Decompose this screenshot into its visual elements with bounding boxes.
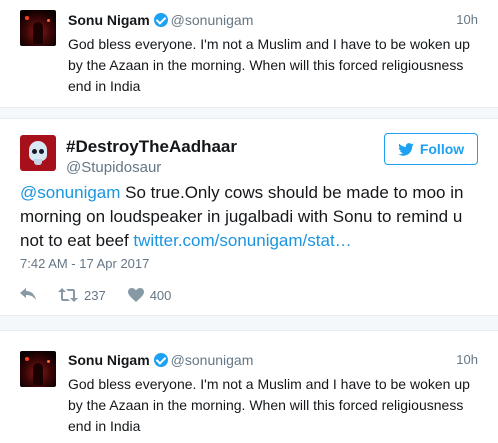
quoted-tweet-card-top[interactable]: Sonu Nigam @sonunigam 10h God bless every… bbox=[0, 0, 498, 108]
tweet-date[interactable]: 7:42 AM - 17 Apr 2017 bbox=[20, 256, 149, 271]
quoted-tweet-header: Sonu Nigam @sonunigam 10h bbox=[68, 352, 478, 372]
avatar-figure bbox=[33, 363, 43, 385]
author-name[interactable]: Sonu Nigam bbox=[68, 12, 150, 28]
avatar-decoration bbox=[47, 19, 50, 22]
avatar-jaw bbox=[34, 159, 42, 165]
avatar-eye bbox=[39, 149, 44, 154]
avatar[interactable] bbox=[20, 135, 56, 171]
avatar-decoration bbox=[25, 16, 29, 20]
avatar-decoration bbox=[47, 360, 50, 363]
follow-button-label: Follow bbox=[419, 141, 465, 157]
like-button[interactable]: 400 bbox=[127, 287, 172, 303]
avatar-eye bbox=[32, 149, 37, 154]
tweet-url-link[interactable]: twitter.com/sonunigam/stat… bbox=[133, 231, 351, 250]
quoted-tweet-header: Sonu Nigam @sonunigam 10h bbox=[68, 12, 478, 32]
follow-button[interactable]: Follow bbox=[384, 133, 478, 165]
author-name[interactable]: Sonu Nigam bbox=[68, 352, 150, 368]
main-tweet-card: #DestroyTheAadhaar @Stupidosaur Follow @… bbox=[0, 118, 498, 316]
verified-badge-icon bbox=[153, 13, 168, 27]
tweet-text: God bless everyone. I'm not a Muslim and… bbox=[68, 36, 470, 94]
tweet-text: God bless everyone. I'm not a Muslim and… bbox=[68, 376, 470, 434]
avatar-figure bbox=[33, 22, 43, 44]
avatar-decoration bbox=[25, 357, 29, 361]
tweet-actions: 237 400 bbox=[20, 285, 171, 305]
avatar[interactable] bbox=[20, 351, 56, 387]
heart-icon bbox=[127, 288, 144, 302]
author-handle[interactable]: @sonunigam bbox=[171, 12, 254, 28]
quoted-tweet-card-bottom[interactable]: Sonu Nigam @sonunigam 10h God bless every… bbox=[0, 330, 498, 443]
retweet-button[interactable]: 237 bbox=[58, 288, 106, 303]
twitter-bird-icon bbox=[398, 142, 414, 156]
like-count: 400 bbox=[149, 287, 172, 303]
reply-icon bbox=[20, 288, 36, 302]
mention-link[interactable]: @sonunigam bbox=[20, 183, 120, 202]
reply-button[interactable] bbox=[20, 288, 36, 302]
avatar[interactable] bbox=[20, 10, 56, 46]
tweet-text: @sonunigam So true.Only cows should be m… bbox=[20, 181, 480, 253]
author-name[interactable]: #DestroyTheAadhaar bbox=[66, 137, 237, 157]
tweet-timestamp[interactable]: 10h bbox=[456, 352, 478, 367]
author-handle[interactable]: @Stupidosaur bbox=[66, 159, 161, 176]
verified-badge-icon bbox=[153, 353, 168, 367]
retweet-count: 237 bbox=[84, 287, 106, 303]
author-handle[interactable]: @sonunigam bbox=[171, 352, 254, 368]
retweet-icon bbox=[58, 288, 78, 302]
tweet-timestamp[interactable]: 10h bbox=[456, 12, 478, 27]
